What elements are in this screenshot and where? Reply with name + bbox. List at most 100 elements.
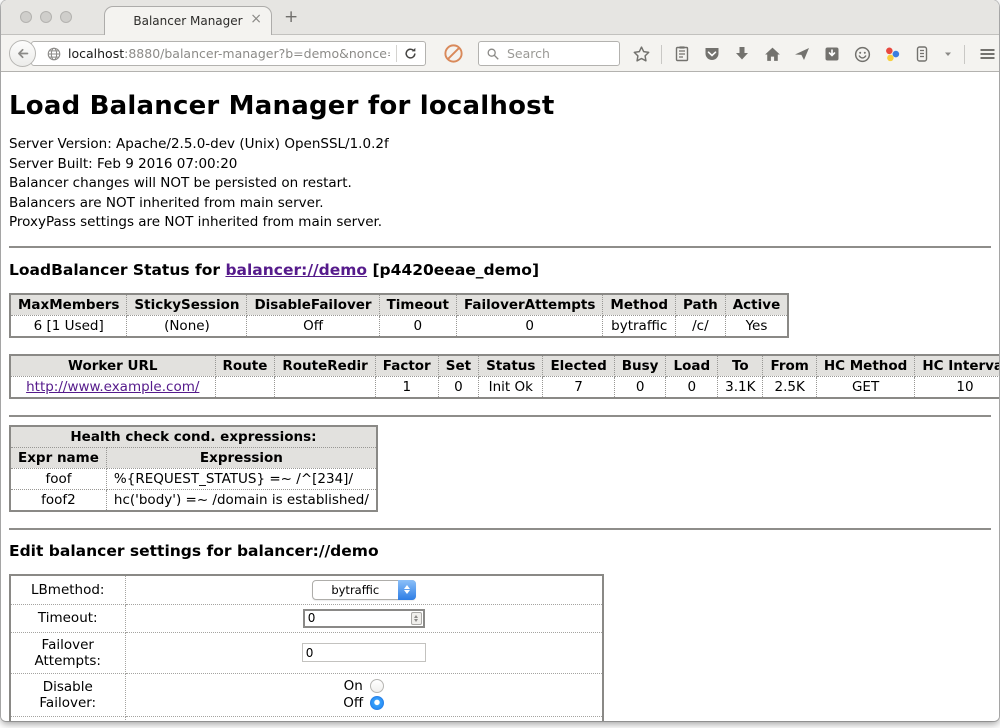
health-table-title: Health check cond. expressions: xyxy=(10,426,377,448)
table-header-cell: Elected xyxy=(543,355,614,377)
toolbar-divider xyxy=(661,45,662,64)
table-header-row: Health check cond. expressions: xyxy=(10,426,377,448)
table-header-cell: MaxMembers xyxy=(10,294,127,316)
table-header-row: MaxMembers StickySession DisableFailover… xyxy=(10,294,788,316)
status-heading-prefix: LoadBalancer Status for xyxy=(9,261,225,279)
sticky-session-label: Sticky Session: xyxy=(10,716,125,721)
disable-failover-off-radio[interactable] xyxy=(370,696,384,710)
radio-off-label: Off xyxy=(343,695,363,711)
globe-icon xyxy=(46,46,62,62)
url-path: :8880/balancer-manager?b=demo&nonce=decc… xyxy=(124,46,390,61)
section-divider xyxy=(9,415,991,417)
table-header-cell: Path xyxy=(676,294,726,316)
table-header-row: Worker URL Route RouteRedir Factor Set S… xyxy=(10,355,999,377)
lbmethod-label: LBmethod: xyxy=(10,575,125,605)
table-header-cell: Method xyxy=(603,294,676,316)
table-cell: %{REQUEST_STATUS} =~ /^[234]/ xyxy=(106,468,377,489)
table-cell: 0 xyxy=(457,315,603,337)
disable-failover-label: Disable Failover: xyxy=(10,673,125,716)
table-header-cell: StickySession xyxy=(127,294,247,316)
toolbar-icons xyxy=(631,35,999,73)
toolbar-divider xyxy=(964,45,965,64)
table-cell: http://www.example.com/ xyxy=(10,376,215,398)
balancer-settings-form: LBmethod: bytraffic Timeout: Failover At… xyxy=(9,574,604,722)
table-cell: Init Ok xyxy=(479,376,543,398)
lbmethod-select[interactable]: bytraffic xyxy=(312,580,416,600)
tab-balancer-manager[interactable]: Balancer Manager × xyxy=(104,6,272,35)
search-bar[interactable] xyxy=(478,41,620,66)
table-cell: Yes xyxy=(725,315,788,337)
table-row: http://www.example.com/ 1 0 Init Ok 7 0 … xyxy=(10,376,999,398)
table-header-cell: Set xyxy=(438,355,478,377)
form-row-lbmethod: LBmethod: bytraffic xyxy=(10,575,603,605)
table-header-cell: FailoverAttempts xyxy=(457,294,603,316)
table-cell: 2.5K xyxy=(763,376,816,398)
table-header-row: Expr name Expression xyxy=(10,447,377,468)
page-title: Load Balancer Manager for localhost xyxy=(9,91,991,121)
table-header-cell: Route xyxy=(215,355,275,377)
table-header-cell: DisableFailover xyxy=(247,294,379,316)
url-bar[interactable]: localhost:8880/balancer-manager?b=demo&n… xyxy=(31,41,426,66)
table-header-cell: Expression xyxy=(106,447,377,468)
tab-close-icon[interactable]: × xyxy=(250,12,262,26)
table-cell: 7 xyxy=(543,376,614,398)
window-close-button[interactable] xyxy=(20,11,32,23)
table-cell: 10 xyxy=(915,376,999,398)
table-cell: GET xyxy=(816,376,915,398)
back-button[interactable] xyxy=(9,40,36,67)
balancer-demo-link[interactable]: balancer://demo xyxy=(225,261,367,279)
new-tab-button[interactable]: + xyxy=(284,7,298,27)
disable-failover-on-radio[interactable] xyxy=(370,679,384,693)
table-cell: foof2 xyxy=(10,489,106,511)
search-input[interactable] xyxy=(505,45,612,62)
table-header-cell: Worker URL xyxy=(10,355,215,377)
menu-hamburger-icon[interactable] xyxy=(975,42,999,66)
number-spinner-icon[interactable] xyxy=(411,612,422,625)
url-host: localhost xyxy=(68,46,124,61)
downloads-icon[interactable] xyxy=(732,42,752,66)
reload-button[interactable] xyxy=(403,46,418,61)
table-cell: 1 xyxy=(375,376,438,398)
window-zoom-button[interactable] xyxy=(60,11,72,23)
content-blocker-icon[interactable] xyxy=(443,43,464,64)
extension-colored-dots-icon[interactable] xyxy=(882,42,902,66)
save-to-device-icon[interactable] xyxy=(822,42,842,66)
table-header-cell: Expr name xyxy=(10,447,106,468)
table-cell: 0 xyxy=(438,376,478,398)
table-cell xyxy=(215,376,275,398)
table-header-cell: From xyxy=(763,355,816,377)
lbmethod-selected-value: bytraffic xyxy=(331,583,379,597)
feedback-smiley-icon[interactable] xyxy=(852,42,872,66)
form-row-failover-attempts: Failover Attempts: xyxy=(10,632,603,673)
url-divider xyxy=(396,45,397,62)
chevron-down-icon[interactable] xyxy=(942,42,954,66)
timeout-input[interactable] xyxy=(303,609,425,628)
table-header-cell: Timeout xyxy=(379,294,456,316)
table-header-cell: HC Method xyxy=(816,355,915,377)
timeout-label: Timeout: xyxy=(10,604,125,632)
worker-url-link[interactable]: http://www.example.com/ xyxy=(26,379,199,395)
table-header-cell: Busy xyxy=(614,355,666,377)
page-content: Load Balancer Manager for localhost Serv… xyxy=(1,73,999,721)
table-cell: Off xyxy=(247,315,379,337)
table-header-cell: Load xyxy=(666,355,718,377)
failover-attempts-input[interactable] xyxy=(302,643,426,662)
tab-title: Balancer Manager xyxy=(133,14,242,28)
table-cell: hc('body') =~ /domain is established/ xyxy=(106,489,377,511)
table-cell: 6 [1 Used] xyxy=(10,315,127,337)
table-cell: foof xyxy=(10,468,106,489)
table-row: foof2 hc('body') =~ /domain is establish… xyxy=(10,489,377,511)
server-info-line: Server Version: Apache/2.5.0-dev (Unix) … xyxy=(9,135,991,155)
server-info-line: Balancers are NOT inherited from main se… xyxy=(9,194,991,214)
container-icon[interactable] xyxy=(912,42,932,66)
table-header-cell: RouteRedir xyxy=(275,355,375,377)
reading-list-icon[interactable] xyxy=(672,42,692,66)
window-minimize-button[interactable] xyxy=(40,11,52,23)
send-tab-icon[interactable] xyxy=(792,42,812,66)
health-check-table: Health check cond. expressions: Expr nam… xyxy=(9,425,378,512)
select-stepper-icon xyxy=(398,580,416,600)
bookmark-star-icon[interactable] xyxy=(631,42,651,66)
pocket-icon[interactable] xyxy=(702,42,722,66)
loadbalancer-status-heading: LoadBalancer Status for balancer://demo … xyxy=(9,261,991,279)
home-icon[interactable] xyxy=(762,42,782,66)
